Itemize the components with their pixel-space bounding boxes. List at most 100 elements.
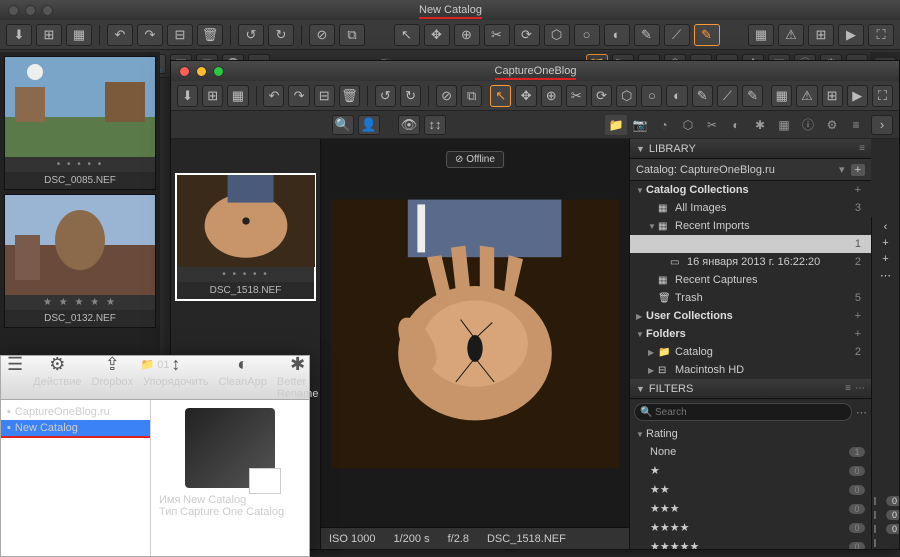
tree-item[interactable]: ▶⊟Macintosh HD <box>630 361 871 379</box>
erase-button[interactable]: ⟋ <box>717 85 738 107</box>
output-button[interactable]: ⊞ <box>808 24 834 46</box>
tool-tab[interactable]: 📷 <box>629 115 651 135</box>
chevron-left-icon[interactable]: ‹ <box>884 221 888 233</box>
cursor-button[interactable]: ↖ <box>394 24 420 46</box>
tree-item[interactable]: ▦Recent Captures <box>630 271 871 289</box>
rating-stars[interactable]: • • • • • <box>177 267 314 282</box>
redo-button[interactable]: ↻ <box>400 85 421 107</box>
section-header[interactable]: ▶User Collections+ <box>630 307 871 325</box>
slide-button[interactable]: ▶ <box>838 24 864 46</box>
more-icon[interactable]: ⋯ <box>856 406 867 419</box>
undo-button[interactable]: ↺ <box>375 85 396 107</box>
rotate-left-button[interactable]: ↶ <box>263 85 284 107</box>
brush-button[interactable]: ✎ <box>692 85 713 107</box>
rating-stars[interactable]: • • • • • <box>5 157 155 172</box>
rotate-right-button[interactable]: ↷ <box>137 24 163 46</box>
expand-button[interactable]: ⛶ <box>872 85 893 107</box>
tree-item[interactable]: ▭17 января 2013 г. 12:24:091 <box>630 235 871 253</box>
keystone-button[interactable]: ⬡ <box>616 85 637 107</box>
expand-button[interactable]: ⋯ <box>880 269 891 282</box>
spot-button[interactable]: ○ <box>641 85 662 107</box>
copy-button[interactable]: ⧉ <box>461 85 482 107</box>
trash-button[interactable]: 🗑 <box>197 24 223 46</box>
image-viewer[interactable]: ⊘ Offline ISO 1000 1/200 s f/2.8 DSC_151… <box>321 139 629 549</box>
tool-tab[interactable]: ⓘ <box>797 115 819 135</box>
catalog-selector[interactable]: Catalog: CaptureOneBlog.ru ▾ + <box>630 159 871 181</box>
spot-button[interactable]: ○ <box>574 24 600 46</box>
trash-button[interactable]: 🗑 <box>339 85 360 107</box>
rating-filter-row[interactable]: ★★★0 <box>630 499 871 518</box>
move-button[interactable]: ✥ <box>424 24 450 46</box>
rating-filter-row[interactable]: ★0 <box>630 461 871 480</box>
thumbnail[interactable]: ★ ★ ★ ★ ★ DSC_0132.NEF <box>4 194 156 328</box>
finder-file-row[interactable]: ▪New Catalog <box>1 420 150 438</box>
move-button[interactable]: ✥ <box>515 85 536 107</box>
filters-header[interactable]: ▼ FILTERS ≡⋯ <box>630 379 871 399</box>
sort-button[interactable]: ↕↕ <box>424 115 446 135</box>
traffic-lights[interactable] <box>0 1 61 20</box>
traffic-lights[interactable] <box>171 62 232 81</box>
layout-button[interactable]: ▦ <box>771 85 792 107</box>
rating-filter-row[interactable]: ★★0 <box>630 480 871 499</box>
redo-button[interactable]: ↻ <box>268 24 294 46</box>
layout-button[interactable]: ▦ <box>748 24 774 46</box>
tool-button[interactable]: ⊞ <box>36 24 62 46</box>
tool-tab[interactable]: ⚙ <box>821 115 843 135</box>
tool-tab[interactable]: ◐ <box>725 115 747 135</box>
zoom-icon[interactable] <box>213 66 224 77</box>
warning-icon[interactable]: ⚠ <box>796 85 817 107</box>
picker-button[interactable]: ✎ <box>742 85 763 107</box>
rating-filter-row[interactable]: ★★★★★0 <box>630 537 871 549</box>
tool-tab[interactable]: ◔ <box>653 115 675 135</box>
warning-icon[interactable]: ⚠ <box>778 24 804 46</box>
tree-item[interactable]: ▭16 января 2013 г. 16:22:202 <box>630 253 871 271</box>
mask-button[interactable]: ◐ <box>666 85 687 107</box>
reset-button[interactable]: ⊘ <box>309 24 335 46</box>
section-header[interactable]: ▼Folders+ <box>630 325 871 343</box>
tree-item[interactable]: ▶📁Catalog2 <box>630 343 871 361</box>
rotate-button[interactable]: ⟳ <box>591 85 612 107</box>
tree-item[interactable]: ▼▦Recent Imports <box>630 217 871 235</box>
minimize-icon[interactable] <box>196 66 207 77</box>
mask-button[interactable]: ◐ <box>604 24 630 46</box>
section-header[interactable]: ▼Catalog Collections+ <box>630 181 871 199</box>
loupe-button[interactable]: 🔍 <box>332 115 354 135</box>
keystone-button[interactable]: ⬡ <box>544 24 570 46</box>
import-button[interactable]: ⬇ <box>177 85 198 107</box>
close-icon[interactable] <box>8 5 19 16</box>
tool-button[interactable]: ▦ <box>227 85 248 107</box>
import-button[interactable]: ⬇ <box>6 24 32 46</box>
finder-file-row[interactable]: ▪CaptureOneBlog.ru <box>1 404 150 420</box>
rotate-button[interactable]: ⟳ <box>514 24 540 46</box>
rating-stars[interactable]: ★ ★ ★ ★ ★ <box>5 295 155 310</box>
cursor-button[interactable]: ↖ <box>490 85 511 107</box>
undo-button[interactable]: ↺ <box>238 24 264 46</box>
rotate-left-button[interactable]: ↶ <box>107 24 133 46</box>
add-button[interactable]: + <box>851 164 865 176</box>
zoom-button[interactable]: ⊕ <box>541 85 562 107</box>
tool-button[interactable]: ⊞ <box>202 85 223 107</box>
tool-button[interactable]: ▦ <box>66 24 92 46</box>
more-icon[interactable]: ⋯ <box>855 383 865 394</box>
tool-button[interactable]: ⊟ <box>167 24 193 46</box>
tool-tab[interactable]: ▦ <box>773 115 795 135</box>
tree-item[interactable]: ▦All Images3 <box>630 199 871 217</box>
rating-filter-row[interactable]: None1 <box>630 443 871 461</box>
picker-button[interactable]: ✎ <box>694 24 720 46</box>
tree-item[interactable]: 🗑Trash5 <box>630 289 871 307</box>
menu-icon[interactable]: ≡ <box>859 143 865 154</box>
crop-button[interactable]: ✂ <box>566 85 587 107</box>
tool-tab[interactable]: ≡ <box>845 115 867 135</box>
search-input[interactable] <box>634 403 852 421</box>
minimize-icon[interactable] <box>25 5 36 16</box>
color-tag-row[interactable]: Orange0 <box>874 495 897 507</box>
tool-tab[interactable]: ✱ <box>749 115 771 135</box>
rotate-right-button[interactable]: ↷ <box>288 85 309 107</box>
rating-header[interactable]: ▼Rating <box>630 425 871 443</box>
brush-button[interactable]: ✎ <box>634 24 660 46</box>
tool-tab[interactable]: ✂ <box>701 115 723 135</box>
color-tag-row[interactable]: Blue <box>874 537 897 549</box>
color-tag-row[interactable]: Green0 <box>874 523 897 535</box>
expand-button[interactable]: ⛶ <box>868 24 894 46</box>
library-header[interactable]: ▼ LIBRARY ≡ <box>630 139 871 159</box>
